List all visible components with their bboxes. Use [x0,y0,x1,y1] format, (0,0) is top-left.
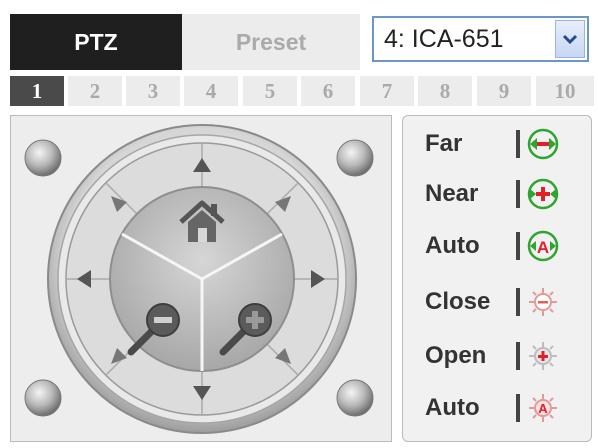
focus-auto-label: Auto [425,232,480,259]
svg-text:A: A [538,401,548,416]
iris-auto-label: Auto [425,394,480,421]
iris-open-label: Open [425,342,487,369]
channel-tab-3[interactable]: 3 [126,76,180,106]
iris-auto-row[interactable]: Auto A [403,388,593,428]
corner-button-bottom-right[interactable] [335,378,375,418]
corner-button-bottom-left[interactable] [23,378,63,418]
focus-near-label: Near [425,180,479,207]
chevron-down-icon[interactable] [555,20,585,58]
channel-tab-4[interactable]: 4 [184,76,238,106]
mode-tabs: PTZ Preset [10,14,360,70]
channel-tab-1[interactable]: 1 [10,76,64,106]
divider [516,130,520,158]
iris-close-row[interactable]: Close [403,282,593,322]
tab-preset[interactable]: Preset [182,14,360,70]
camera-select[interactable]: 4: ICA-651 [372,16,589,62]
zoom-out-icon[interactable] [123,298,185,360]
divider [516,180,520,208]
corner-button-top-left[interactable] [23,138,63,178]
divider [516,288,520,316]
focus-far-icon[interactable] [526,127,560,161]
channel-tab-10[interactable]: 10 [536,76,594,106]
tab-ptz[interactable]: PTZ [10,14,183,70]
divider [516,342,520,370]
channel-tab-7[interactable]: 7 [360,76,414,106]
iris-auto-icon[interactable]: A [526,391,560,425]
iris-close-icon[interactable] [526,285,560,319]
ptz-pad-panel [10,115,392,442]
corner-button-top-right[interactable] [335,138,375,178]
pan-down-icon[interactable] [191,384,213,402]
iris-close-label: Close [425,288,491,315]
channel-tab-6[interactable]: 6 [301,76,355,106]
pan-up-right-icon[interactable] [273,194,293,214]
zoom-in-icon[interactable] [215,298,277,360]
pan-left-icon[interactable] [75,268,93,290]
channel-tab-9[interactable]: 9 [477,76,531,106]
divider [516,232,520,260]
focus-near-row[interactable]: Near [403,174,593,214]
iris-open-icon[interactable] [526,339,560,373]
pan-up-left-icon[interactable] [109,194,129,214]
camera-select-value: 4: ICA-651 [384,25,504,53]
channel-tab-2[interactable]: 2 [68,76,122,106]
svg-text:A: A [537,238,549,257]
pan-right-icon[interactable] [309,268,327,290]
focus-far-label: Far [425,130,463,157]
focus-auto-row[interactable]: Auto A [403,226,593,266]
channel-tab-8[interactable]: 8 [418,76,472,106]
focus-far-row[interactable]: Far [403,124,593,164]
channel-tab-5[interactable]: 5 [243,76,297,106]
channel-tabs: 1 2 3 4 5 6 7 8 9 10 [10,76,594,106]
home-icon[interactable] [177,198,227,246]
focus-near-icon[interactable] [526,177,560,211]
divider [516,394,520,422]
pan-up-icon[interactable] [191,156,213,174]
focus-auto-icon[interactable]: A [526,229,560,263]
focus-iris-panel: Far Near Auto A Close Open Auto A [402,115,592,442]
iris-open-row[interactable]: Open [403,336,593,376]
